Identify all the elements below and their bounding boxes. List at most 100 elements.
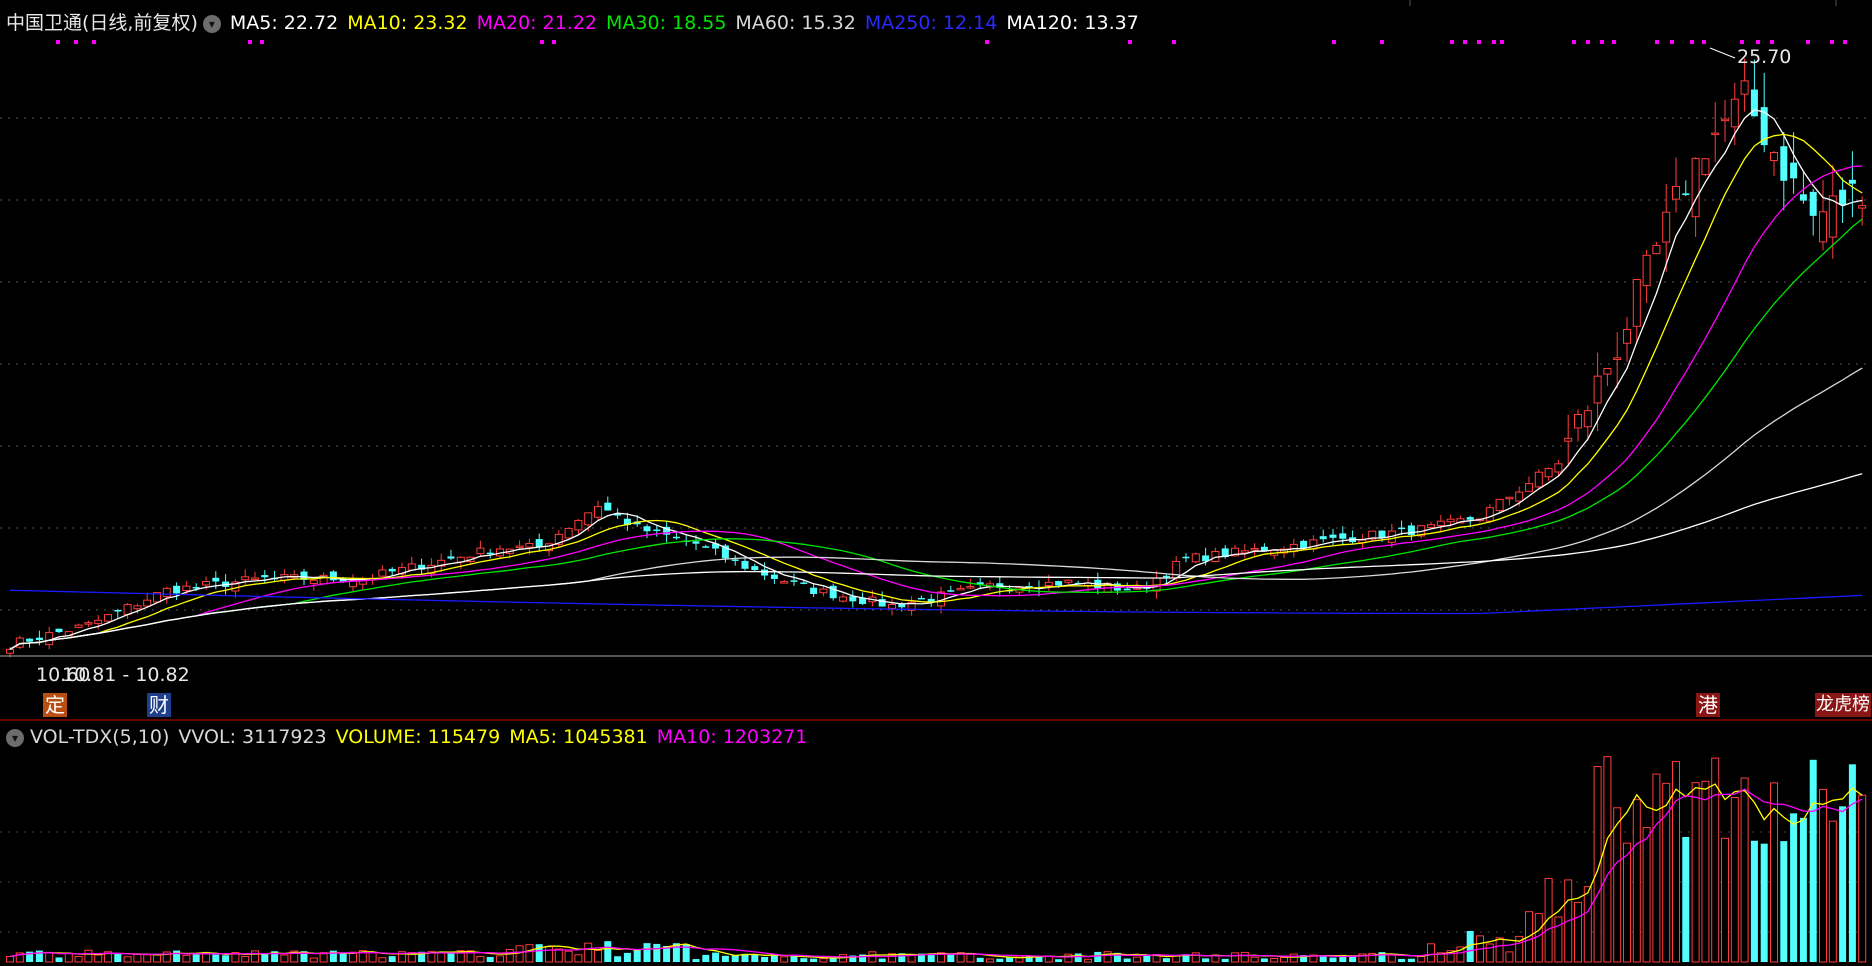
volume-bar xyxy=(1427,943,1435,963)
volume-bar xyxy=(222,955,230,962)
high-annotation-arrow xyxy=(1709,47,1736,59)
candle xyxy=(564,527,573,539)
volume-bar xyxy=(153,954,161,963)
candle xyxy=(1711,132,1720,136)
volume-bar xyxy=(212,954,220,962)
volume-bar xyxy=(986,958,994,963)
candle xyxy=(1564,437,1573,442)
volume-bar xyxy=(819,958,828,963)
volume-bar xyxy=(1721,837,1729,963)
signal-dot xyxy=(552,40,556,44)
candle xyxy=(1701,158,1710,176)
candle xyxy=(839,596,847,602)
volume-bar xyxy=(692,959,700,962)
legend-ma120: MA120: 13.37 xyxy=(1006,12,1139,34)
volume-bar xyxy=(1613,807,1622,963)
candle xyxy=(388,568,396,572)
stock-title[interactable]: 中国卫通(日线,前复权) xyxy=(6,12,198,34)
candle xyxy=(810,587,818,595)
candle xyxy=(770,574,778,579)
volume-bar xyxy=(1015,955,1024,963)
volume-bar xyxy=(447,952,455,962)
candle xyxy=(1505,496,1514,500)
candle xyxy=(604,502,612,511)
signal-markers xyxy=(56,40,1847,44)
signal-dot xyxy=(1380,40,1384,44)
volume-bar xyxy=(1828,820,1837,963)
volume-bar xyxy=(1240,951,1249,963)
volume-bar xyxy=(94,954,103,963)
volume-bar xyxy=(1544,877,1553,963)
volume-bar xyxy=(1260,958,1268,962)
legend-vvol: VVOL: 3117923 xyxy=(178,726,327,748)
candle xyxy=(790,580,798,582)
candle xyxy=(1378,530,1386,538)
ma-line-ma30 xyxy=(9,218,1863,650)
volume-bar xyxy=(55,957,63,962)
volume-bar xyxy=(1133,956,1141,963)
volume-bar xyxy=(1809,759,1817,962)
volume-bar xyxy=(653,943,661,962)
volume-bar xyxy=(1055,959,1063,962)
signal-dot xyxy=(248,40,252,44)
volume-bar xyxy=(261,953,269,962)
signal-dot xyxy=(1600,40,1604,44)
volume-bar xyxy=(1554,916,1563,963)
candle xyxy=(1407,525,1415,536)
volume-bar xyxy=(554,948,563,963)
volume-bar xyxy=(525,944,534,963)
candle xyxy=(1603,367,1612,375)
chevron-down-icon[interactable]: ▾ xyxy=(6,729,24,747)
stock-chart-canvas[interactable] xyxy=(0,0,1872,966)
candle xyxy=(1515,491,1524,502)
ma-line-ma10 xyxy=(9,133,1863,650)
chevron-down-icon[interactable]: ▾ xyxy=(202,15,221,33)
candle xyxy=(1329,534,1337,538)
candle xyxy=(261,575,269,578)
volume-bar xyxy=(996,958,1004,962)
volume-bar xyxy=(1691,782,1700,963)
volume-bar xyxy=(84,949,93,963)
tag-cai[interactable]: 财 xyxy=(147,693,171,717)
volume-bar xyxy=(1790,813,1798,962)
candle xyxy=(123,604,132,615)
volume-bar xyxy=(1123,958,1131,962)
volume-bar xyxy=(712,952,720,962)
volume-bar xyxy=(1485,943,1494,963)
candle xyxy=(702,546,710,548)
volume-bar xyxy=(574,954,583,963)
candle xyxy=(6,648,14,654)
candle xyxy=(1809,191,1817,216)
volume-bar xyxy=(388,956,396,962)
volume-indicator-title[interactable]: VOL-TDX(5,10) xyxy=(30,726,169,748)
signal-dot xyxy=(1586,40,1590,44)
volume-bar xyxy=(1231,952,1239,963)
candle xyxy=(731,559,739,561)
candle xyxy=(947,590,955,592)
legend-ma20: MA20: 21.22 xyxy=(476,12,598,34)
candle xyxy=(917,597,925,600)
signal-dot xyxy=(1477,40,1481,44)
legend-volume: VOLUME: 115479 xyxy=(335,726,501,748)
volume-bar xyxy=(476,956,485,963)
legend-ma10: MA10: 23.32 xyxy=(347,12,468,34)
candle xyxy=(1583,410,1592,428)
volume-bar xyxy=(133,953,142,963)
tag-longhubang[interactable]: 龙虎榜 xyxy=(1815,693,1871,717)
signal-dot xyxy=(1463,40,1467,44)
volume-bar xyxy=(1387,954,1396,963)
candle xyxy=(173,585,181,594)
tag-gang[interactable]: 港 xyxy=(1696,693,1720,717)
signal-dot xyxy=(1572,40,1576,44)
volume-bar xyxy=(1495,937,1504,963)
volume-bar xyxy=(1417,955,1426,963)
tag-ding[interactable]: 定 xyxy=(43,693,67,717)
candle xyxy=(55,628,63,633)
candle xyxy=(594,506,602,518)
volume-bar xyxy=(564,950,573,963)
candle xyxy=(927,598,935,602)
candle xyxy=(1123,588,1131,591)
volume-bar xyxy=(437,951,446,963)
volume-bar xyxy=(1730,796,1739,963)
volume-bar xyxy=(643,943,651,962)
